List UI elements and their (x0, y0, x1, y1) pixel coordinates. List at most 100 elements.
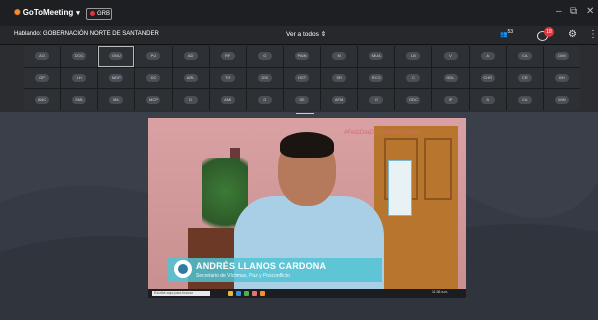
participant-initials: AG (35, 52, 50, 61)
participant-tile[interactable]: PU (135, 46, 172, 67)
participant-tile[interactable]: MIN (543, 89, 580, 110)
participant-initials: SR (332, 73, 347, 82)
app-icon (252, 291, 257, 296)
participant-tile[interactable]: MCP (135, 89, 172, 110)
participant-tile[interactable]: DSI (246, 67, 283, 89)
participant-initials: LB (406, 52, 421, 61)
chat-button[interactable]: 18 (537, 27, 554, 41)
participant-tile[interactable]: A (469, 89, 506, 110)
participant-initials: RF (220, 52, 235, 61)
participant-initials: DIM (554, 52, 569, 61)
door-panel (424, 138, 452, 200)
taskbar-search: Escribe aquí para buscar (152, 291, 210, 296)
participant-initials: AMI (220, 95, 235, 104)
participant-tile[interactable]: TH (209, 67, 246, 89)
participant-initials: CA (517, 95, 532, 104)
settings-icon[interactable]: ⚙ (568, 29, 577, 40)
participant-initials: MCP (146, 95, 161, 104)
participant-initials: G (257, 95, 272, 104)
participant-tile[interactable]: C (395, 67, 432, 89)
participant-initials: DC (146, 73, 161, 82)
chevron-down-icon: ▾ (76, 10, 80, 17)
participant-initials: HGT (294, 73, 309, 82)
more-options-icon[interactable]: ⋮ (588, 29, 598, 40)
participant-tile[interactable]: CHR (469, 67, 506, 89)
participant-tile[interactable]: DIM (543, 46, 580, 67)
participant-initials: A (480, 95, 495, 104)
expand-icon: ⇕ (320, 31, 327, 38)
participant-tile[interactable]: HDL (432, 67, 469, 89)
participant-initials: PAIN (294, 52, 309, 61)
video-hashtag: #FelizDíaDelServidorPúblico (344, 130, 421, 136)
participant-tile[interactable]: RCG (358, 67, 395, 89)
participant-tile[interactable]: CA (506, 46, 543, 67)
participant-tile[interactable]: IP (432, 89, 469, 110)
participant-initials: G (257, 52, 272, 61)
meeting-toolbar: Hablando: GOBERNACIÓN NORTE DE SANTANDER… (0, 26, 598, 45)
participant-tile[interactable]: RF (209, 46, 246, 67)
participant-initials: MUA (369, 52, 384, 61)
participant-tile[interactable]: DC (135, 67, 172, 89)
participant-initials: MDP (109, 73, 124, 82)
view-all-toggle[interactable]: Ver a todos ⇕ (286, 30, 326, 38)
participant-tile[interactable]: BH (543, 67, 580, 89)
participant-tile[interactable]: GNU (98, 46, 135, 67)
participant-initials: V (443, 52, 458, 61)
video-taskbar: Escribe aquí para buscar 11:36 a.m. (148, 289, 466, 298)
resize-handle[interactable] (296, 113, 314, 114)
close-button[interactable]: ✕ (586, 6, 594, 17)
participant-tile[interactable]: MUA (358, 46, 395, 67)
participant-tile[interactable]: O (358, 89, 395, 110)
participant-tile[interactable]: SE (283, 89, 321, 110)
participant-initials: MIL (109, 95, 124, 104)
shared-video: #FelizDíaDelServidorPúblico ANDRÉS LLANO… (148, 118, 466, 298)
excel-icon (244, 291, 249, 296)
participant-initials: LH (72, 73, 87, 82)
participant-initials: CA (517, 52, 532, 61)
participant-tile[interactable]: MDP (98, 67, 135, 89)
participant-initials: CHR (480, 73, 495, 82)
participant-tile[interactable]: LB (395, 46, 432, 67)
speaker-body (234, 196, 384, 298)
participant-tile[interactable]: AMI (209, 89, 246, 110)
attendees-button[interactable]: 👥53 (500, 29, 513, 38)
participant-tile[interactable]: CR (506, 67, 543, 89)
restore-button[interactable]: ⧉ (570, 6, 577, 17)
participant-initials: CR (517, 73, 532, 82)
speaker-title: Secretario de Víctimas, Paz y Posconflic… (196, 273, 290, 279)
minimize-button[interactable]: – (556, 6, 562, 17)
participant-initials: A (480, 52, 495, 61)
participant-tile[interactable]: HGT (283, 67, 321, 89)
participant-tile[interactable]: SML (61, 89, 98, 110)
participant-initials: AD (183, 52, 198, 61)
participant-tile[interactable]: AG (24, 46, 61, 67)
participant-tile[interactable]: A (469, 46, 506, 67)
record-button[interactable]: GRB (86, 8, 112, 20)
participant-tile[interactable]: MIL (98, 89, 135, 110)
participant-tile[interactable]: ARL (172, 67, 209, 89)
participant-initials: DOC (72, 52, 87, 61)
participant-tile[interactable]: ANC (24, 89, 61, 110)
participant-tile[interactable]: CA (506, 89, 543, 110)
active-speaker-label: Hablando: GOBERNACIÓN NORTE DE SANTANDER (14, 31, 159, 37)
participant-initials: TH (220, 73, 235, 82)
participant-tile[interactable]: PAIN (283, 46, 321, 67)
participant-tile[interactable]: D (172, 89, 209, 110)
participant-tile[interactable]: DOC (61, 46, 98, 67)
participant-tile[interactable]: AD (172, 46, 209, 67)
participant-initials: SML (72, 95, 87, 104)
participant-tile[interactable]: GP (24, 67, 61, 89)
participant-tile[interactable]: G (246, 46, 283, 67)
participant-tile[interactable]: V (432, 46, 469, 67)
participant-initials: AFM (332, 95, 347, 104)
participant-tile[interactable]: G (246, 89, 283, 110)
participant-tile[interactable]: M (321, 46, 358, 67)
app-menu[interactable]: ✺ GoToMeeting ▾ (14, 8, 80, 17)
participant-tile[interactable]: AFM (321, 89, 358, 110)
title-bar: ✺ GoToMeeting ▾ GRB – ⧉ ✕ (0, 0, 598, 26)
participant-initials: GP (35, 73, 50, 82)
participant-tile[interactable]: SR (321, 67, 358, 89)
participant-tile[interactable]: LH (61, 67, 98, 89)
attendee-count: 53 (507, 29, 514, 35)
participant-tile[interactable]: ODC (395, 89, 432, 110)
